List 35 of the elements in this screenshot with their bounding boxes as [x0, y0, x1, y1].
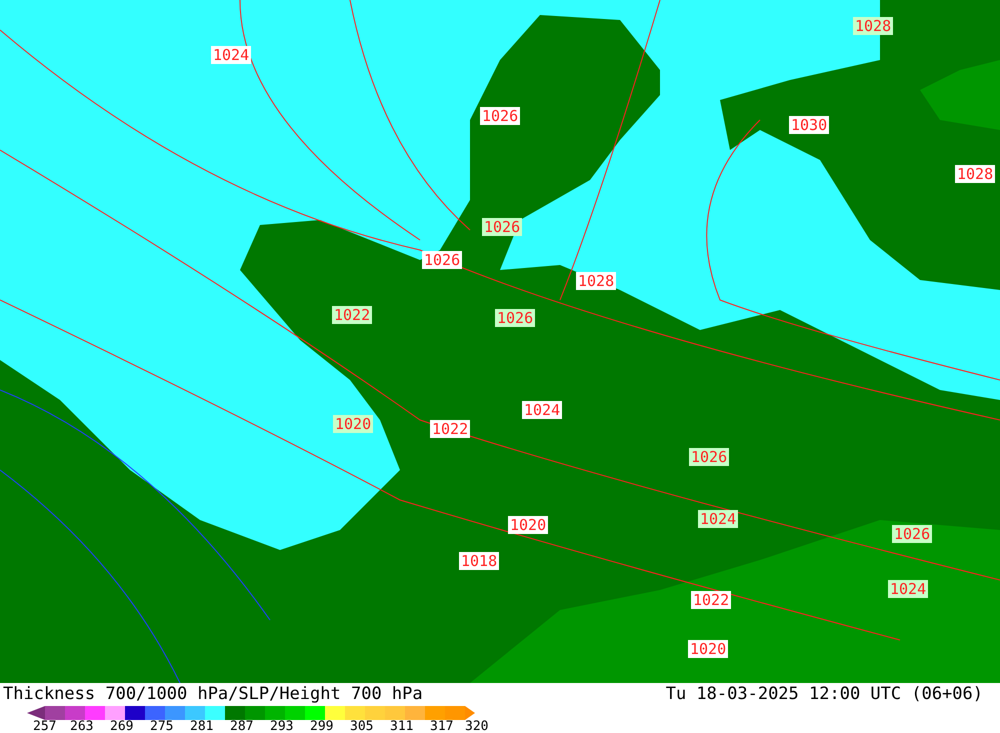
legend-tick-label: 305 [350, 720, 374, 733]
isobar-label: 1022 [691, 591, 732, 609]
legend-tick-label: 263 [70, 720, 94, 733]
isobar-label: 1026 [495, 309, 536, 327]
legend-tick-label: 281 [190, 720, 214, 733]
isobar-label: 1022 [430, 420, 470, 438]
isobar-label: 1020 [688, 640, 728, 658]
isobar-label: 1028 [955, 165, 996, 183]
isobar-label: 1026 [422, 251, 462, 269]
isobar-label: 1028 [576, 272, 616, 290]
isobar-label: 1026 [482, 218, 522, 236]
isobar-label: 1026 [892, 525, 932, 543]
legend-tick-label: 269 [110, 720, 134, 733]
legend-tick-label: 311 [390, 720, 414, 733]
valid-time: Tu 18-03-2025 12:00 UTC (06+06) [666, 684, 983, 704]
isobar-label: 1026 [689, 448, 730, 466]
isobar-label: 1018 [459, 552, 500, 570]
isobar-label: 1024 [888, 580, 928, 598]
isobar-label: 1020 [333, 415, 374, 433]
isobar-label: 1020 [508, 516, 548, 534]
legend-tick-label: 287 [230, 720, 254, 733]
isobar-label: 1024 [522, 401, 562, 419]
legend-tick-label: 257 [33, 720, 56, 733]
legend-tick-label: 317 [430, 720, 454, 733]
isobar-label: 1024 [211, 46, 252, 64]
legend-tick-label: 293 [270, 720, 294, 733]
legend-tick-label: 275 [150, 720, 174, 733]
isobar-label: 1028 [853, 17, 894, 35]
isobar-label: 1026 [480, 107, 520, 125]
legend-tick-label: 320 [465, 720, 488, 733]
isobar-label: 1022 [332, 306, 372, 324]
legend-tick-label: 299 [310, 720, 334, 733]
isobar-label: 1030 [789, 116, 830, 134]
map-title: Thickness 700/1000 hPa/SLP/Height 700 hPa [3, 684, 423, 704]
isobar-label: 1024 [698, 510, 738, 528]
